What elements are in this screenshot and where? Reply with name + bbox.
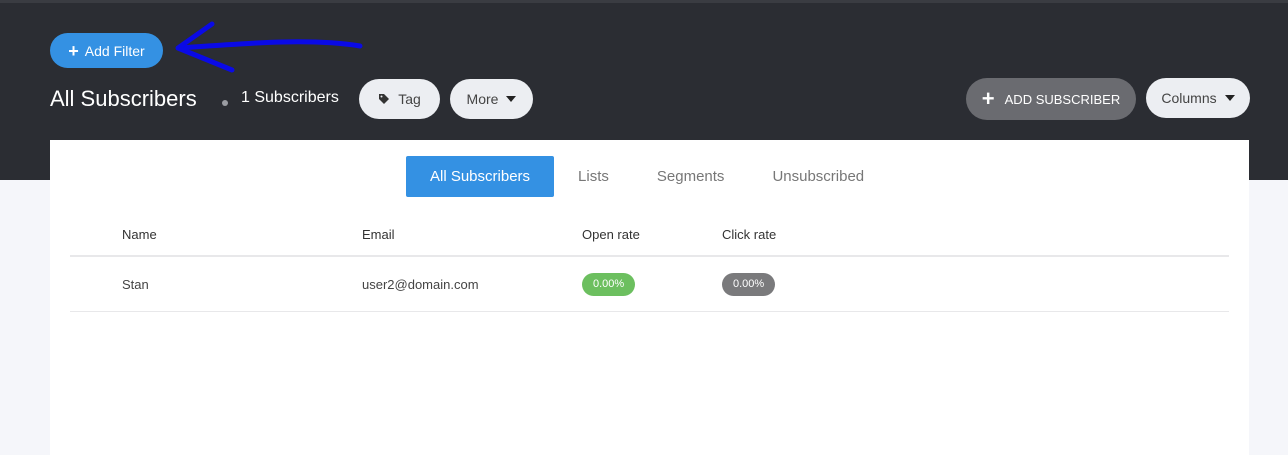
subscriber-name[interactable]: Stan (122, 257, 149, 311)
tag-icon (379, 94, 390, 104)
open-rate-cell: 0.00% (582, 257, 636, 311)
tab-segments[interactable]: Segments (633, 156, 749, 197)
columns-label: Columns (1161, 90, 1217, 106)
caret-down-icon (506, 96, 517, 102)
table-header: Name Email Open rate Click rate (70, 225, 1229, 257)
open-rate-badge: 0.00% (582, 272, 636, 296)
columns-button[interactable]: Columns (1146, 78, 1250, 118)
page-title: All Subscribers (50, 86, 197, 111)
column-header-email[interactable]: Email (362, 225, 395, 255)
add-filter-button[interactable]: + Add Filter (50, 33, 163, 68)
column-header-name[interactable]: Name (122, 225, 157, 255)
more-label: More (466, 91, 499, 107)
caret-down-icon (1224, 95, 1235, 101)
add-subscriber-label: ADD SUBSCRIBER (1004, 91, 1121, 107)
plus-icon: + (68, 40, 79, 61)
plus-icon: + (981, 86, 995, 111)
click-rate-badge: 0.00% (722, 272, 776, 296)
top-stripe (0, 0, 1288, 3)
column-header-click-rate[interactable]: Click rate (722, 225, 776, 255)
add-subscriber-button[interactable]: + ADD SUBSCRIBER (966, 78, 1136, 120)
table-row[interactable]: Stan user2@domain.com 0.00% 0.00% (70, 257, 1229, 312)
subscribers-card: All Subscribers Lists Segments Unsubscri… (50, 140, 1249, 455)
tab-lists[interactable]: Lists (554, 156, 633, 197)
tab-bar: All Subscribers Lists Segments Unsubscri… (406, 156, 888, 197)
column-header-open-rate[interactable]: Open rate (582, 225, 640, 255)
subscriber-email: user2@domain.com (362, 276, 479, 292)
tab-all-subscribers[interactable]: All Subscribers (406, 156, 555, 197)
tab-unsubscribed[interactable]: Unsubscribed (748, 156, 888, 197)
annotation-arrow-icon (175, 21, 363, 73)
subscriber-count: 1 Subscribers (241, 89, 339, 106)
tag-label: Tag (398, 91, 421, 107)
click-rate-cell: 0.00% (722, 257, 776, 311)
separator-dot (222, 100, 228, 106)
more-button[interactable]: More (450, 79, 533, 119)
tag-button[interactable]: Tag (359, 79, 440, 119)
add-filter-label: Add Filter (84, 42, 145, 59)
